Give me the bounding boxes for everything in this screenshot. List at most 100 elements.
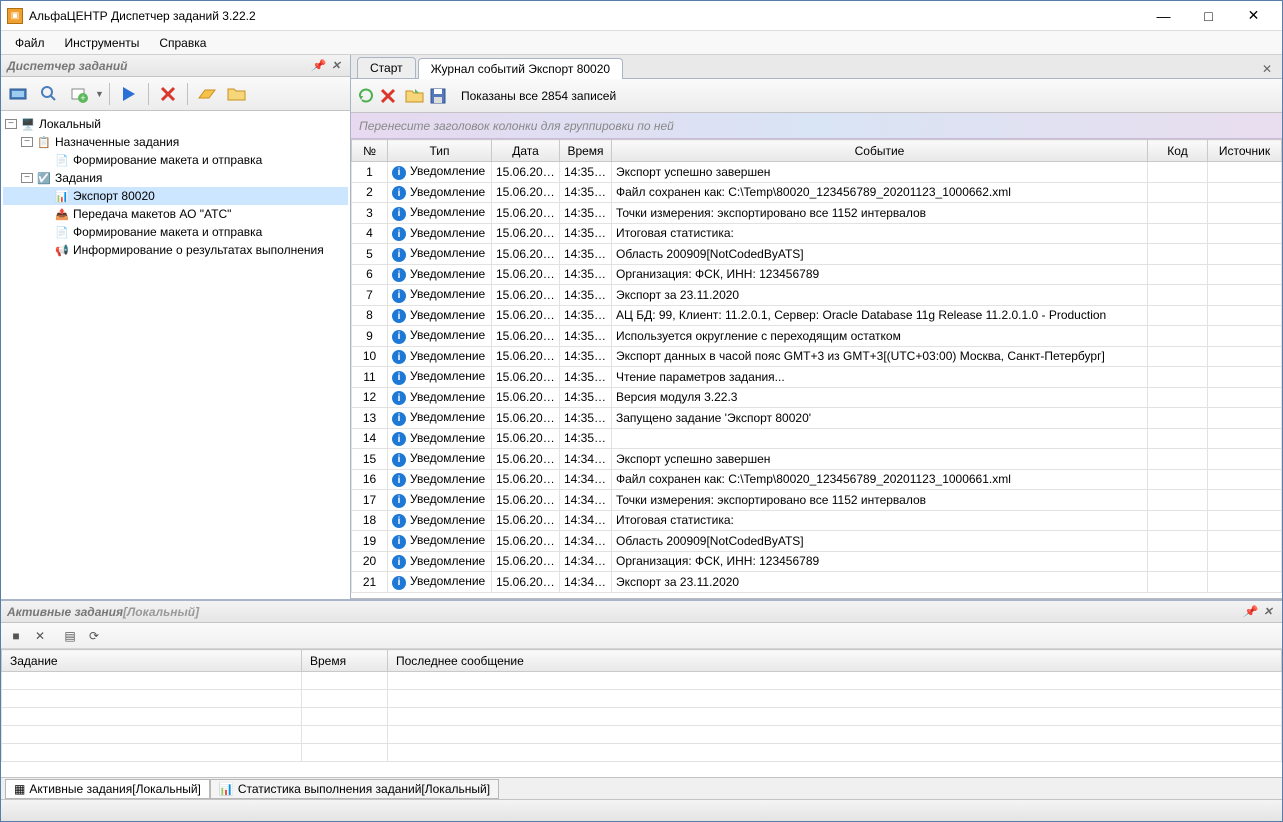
log-row[interactable]: 12iУведомление15.06.202214:35:08Версия м… <box>352 387 1282 408</box>
save-icon[interactable] <box>429 87 447 105</box>
connect-icon[interactable] <box>5 80 33 108</box>
delete-icon[interactable] <box>154 80 182 108</box>
log-row[interactable]: 5iУведомление15.06.202214:35:08Область 2… <box>352 244 1282 265</box>
tab-strip: Старт Журнал событий Экспорт 80020 ✕ <box>351 55 1282 79</box>
bottom-tab-active[interactable]: ▦Активные задания[Локальный] <box>5 779 210 799</box>
active-row-empty <box>2 690 1282 708</box>
bottom-panel-header: Активные задания[Локальный] 📌 ✕ <box>1 601 1282 623</box>
log-row[interactable]: 18iУведомление15.06.202214:34:52Итоговая… <box>352 510 1282 531</box>
log-row[interactable]: 10iУведомление15.06.202214:35:08Экспорт … <box>352 346 1282 367</box>
log-row[interactable]: 6iУведомление15.06.202214:35:08Организац… <box>352 264 1282 285</box>
col-time2[interactable]: Время <box>302 650 388 672</box>
log-row[interactable]: 3iУведомление15.06.202214:35:08Точки изм… <box>352 203 1282 224</box>
log-row[interactable]: 4iУведомление15.06.202214:35:08Итоговая … <box>352 223 1282 244</box>
stop-icon[interactable]: ■ <box>7 627 25 645</box>
main-layout: Диспетчер заданий 📌 ✕ + ▼ −🖥️Локальный −… <box>1 55 1282 599</box>
info-icon: i <box>392 289 406 303</box>
log-row[interactable]: 17iУведомление15.06.202214:34:52Точки из… <box>352 490 1282 511</box>
erase-icon[interactable] <box>193 80 221 108</box>
tree-task-ats[interactable]: 📤Передача макетов АО "АТС" <box>3 205 348 223</box>
left-panel-header: Диспетчер заданий 📌 ✕ <box>1 55 350 77</box>
col-msg[interactable]: Последнее сообщение <box>388 650 1282 672</box>
close-button[interactable]: ✕ <box>1231 2 1276 30</box>
col-event[interactable]: Событие <box>612 140 1148 162</box>
col-type[interactable]: Тип <box>388 140 492 162</box>
col-num[interactable]: № <box>352 140 388 162</box>
log-grid[interactable]: № Тип Дата Время Событие Код Источник 1i… <box>351 139 1282 599</box>
minimize-button[interactable]: ― <box>1141 2 1186 30</box>
tab-start[interactable]: Старт <box>357 57 416 78</box>
app-icon: ▣ <box>7 8 23 24</box>
bottom-tab-stats[interactable]: 📊Статистика выполнения заданий[Локальный… <box>210 779 499 799</box>
remove-icon[interactable]: ✕ <box>31 627 49 645</box>
info-icon: i <box>392 371 406 385</box>
bottom-pin-icon[interactable]: 📌 <box>1242 604 1258 620</box>
run-icon[interactable] <box>115 80 143 108</box>
info-icon: i <box>392 412 406 426</box>
bottom-close-icon[interactable]: ✕ <box>1260 604 1276 620</box>
log-row[interactable]: 11iУведомление15.06.202214:35:08Чтение п… <box>352 367 1282 388</box>
col-date[interactable]: Дата <box>492 140 560 162</box>
tree-assigned[interactable]: −📋Назначенные задания <box>3 133 348 151</box>
tab-close-icon[interactable]: ✕ <box>1258 60 1276 78</box>
left-panel: Диспетчер заданий 📌 ✕ + ▼ −🖥️Локальный −… <box>1 55 351 599</box>
left-toolbar: + ▼ <box>1 77 350 111</box>
maximize-button[interactable]: □ <box>1186 2 1231 30</box>
bottom-tab-strip: ▦Активные задания[Локальный] 📊Статистика… <box>1 777 1282 799</box>
menu-help[interactable]: Справка <box>149 31 216 54</box>
tree-task-inform[interactable]: 📢Информирование о результатах выполнения <box>3 241 348 259</box>
info-icon: i <box>392 514 406 528</box>
active-row-empty <box>2 744 1282 762</box>
info-icon: i <box>392 268 406 282</box>
col-task[interactable]: Задание <box>2 650 302 672</box>
task-tree[interactable]: −🖥️Локальный −📋Назначенные задания 📄Форм… <box>1 111 350 599</box>
info-icon: i <box>392 248 406 262</box>
pin-icon[interactable]: 📌 <box>310 58 326 74</box>
log-row[interactable]: 14iУведомление15.06.202214:35:08 <box>352 428 1282 449</box>
panel-close-icon[interactable]: ✕ <box>328 58 344 74</box>
search-icon[interactable] <box>35 80 63 108</box>
refresh-icon[interactable] <box>357 87 375 105</box>
app-window: ▣ АльфаЦЕНТР Диспетчер заданий 3.22.2 ― … <box>0 0 1283 822</box>
group-by-bar[interactable]: Перенесите заголовок колонки для группир… <box>351 113 1282 139</box>
info-icon: i <box>392 186 406 200</box>
tree-tasks[interactable]: −☑️Задания <box>3 169 348 187</box>
log-row[interactable]: 19iУведомление15.06.202214:34:52Область … <box>352 531 1282 552</box>
tree-task-export[interactable]: 📊Экспорт 80020 <box>3 187 348 205</box>
log-row[interactable]: 21iУведомление15.06.202214:34:52Экспорт … <box>352 572 1282 593</box>
info-icon: i <box>392 473 406 487</box>
info-icon: i <box>392 207 406 221</box>
bottom-toolbar: ■ ✕ ▤ ⟳ <box>1 623 1282 649</box>
tree-root[interactable]: −🖥️Локальный <box>3 115 348 133</box>
open-folder-icon[interactable] <box>405 88 425 104</box>
log-row[interactable]: 9iУведомление15.06.202214:35:08Используе… <box>352 326 1282 347</box>
log-row[interactable]: 15iУведомление15.06.202214:34:52Экспорт … <box>352 449 1282 470</box>
tree-assigned-1[interactable]: 📄Формирование макета и отправка <box>3 151 348 169</box>
col-time[interactable]: Время <box>560 140 612 162</box>
active-tasks-grid[interactable]: Задание Время Последнее сообщение <box>1 649 1282 777</box>
tree-task-form[interactable]: 📄Формирование макета и отправка <box>3 223 348 241</box>
grid-icon: ▦ <box>14 782 25 796</box>
refresh2-icon[interactable]: ⟳ <box>85 627 103 645</box>
clear-icon[interactable] <box>379 87 397 105</box>
statusbar <box>1 799 1282 821</box>
list-icon[interactable]: ▤ <box>61 627 79 645</box>
log-row[interactable]: 7iУведомление15.06.202214:35:08Экспорт з… <box>352 285 1282 306</box>
log-row[interactable]: 16iУведомление15.06.202214:34:52Файл сох… <box>352 469 1282 490</box>
menu-tools[interactable]: Инструменты <box>55 31 150 54</box>
menu-file[interactable]: Файл <box>5 31 55 54</box>
log-row[interactable]: 20iУведомление15.06.202214:34:52Организа… <box>352 551 1282 572</box>
bottom-title: Активные задания <box>7 605 123 619</box>
log-row[interactable]: 13iУведомление15.06.202214:35:08Запущено… <box>352 408 1282 429</box>
log-toolbar: Показаны все 2854 записей <box>351 79 1282 113</box>
log-row[interactable]: 1iУведомление15.06.202214:35:08Экспорт у… <box>352 162 1282 183</box>
col-code[interactable]: Код <box>1148 140 1208 162</box>
tab-log[interactable]: Журнал событий Экспорт 80020 <box>418 58 623 79</box>
bottom-panel: Активные задания[Локальный] 📌 ✕ ■ ✕ ▤ ⟳ … <box>1 599 1282 799</box>
col-source[interactable]: Источник <box>1208 140 1282 162</box>
svg-text:+: + <box>80 93 85 103</box>
add-icon[interactable]: + <box>65 80 93 108</box>
log-row[interactable]: 2iУведомление15.06.202214:35:08Файл сохр… <box>352 182 1282 203</box>
folder-icon[interactable] <box>223 80 251 108</box>
log-row[interactable]: 8iУведомление15.06.202214:35:08АЦ БД: 99… <box>352 305 1282 326</box>
